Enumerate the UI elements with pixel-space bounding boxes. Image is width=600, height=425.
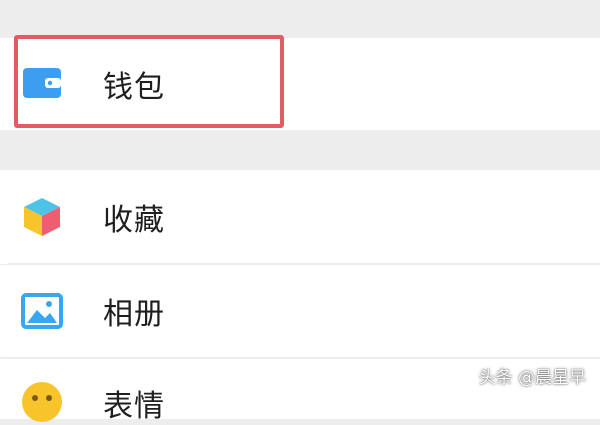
- menu-item-label: 相册: [103, 297, 165, 332]
- top-section-gap: [0, 0, 600, 38]
- section-gap: [0, 130, 600, 170]
- favorites-cube-icon: [24, 198, 60, 236]
- menu-item-favorites[interactable]: 收藏: [0, 170, 600, 264]
- menu-item-label: 收藏: [103, 203, 165, 238]
- menu-item-wallet[interactable]: 钱包: [0, 38, 600, 130]
- menu-item-album[interactable]: 相册: [0, 265, 600, 357]
- menu-item-label: 表情: [103, 389, 165, 424]
- album-picture-icon: [21, 293, 63, 329]
- emoji-face-icon: [22, 382, 62, 422]
- wallet-icon: [23, 68, 61, 98]
- menu-item-label: 钱包: [103, 70, 165, 105]
- watermark: 头条 @晨星早: [478, 368, 586, 388]
